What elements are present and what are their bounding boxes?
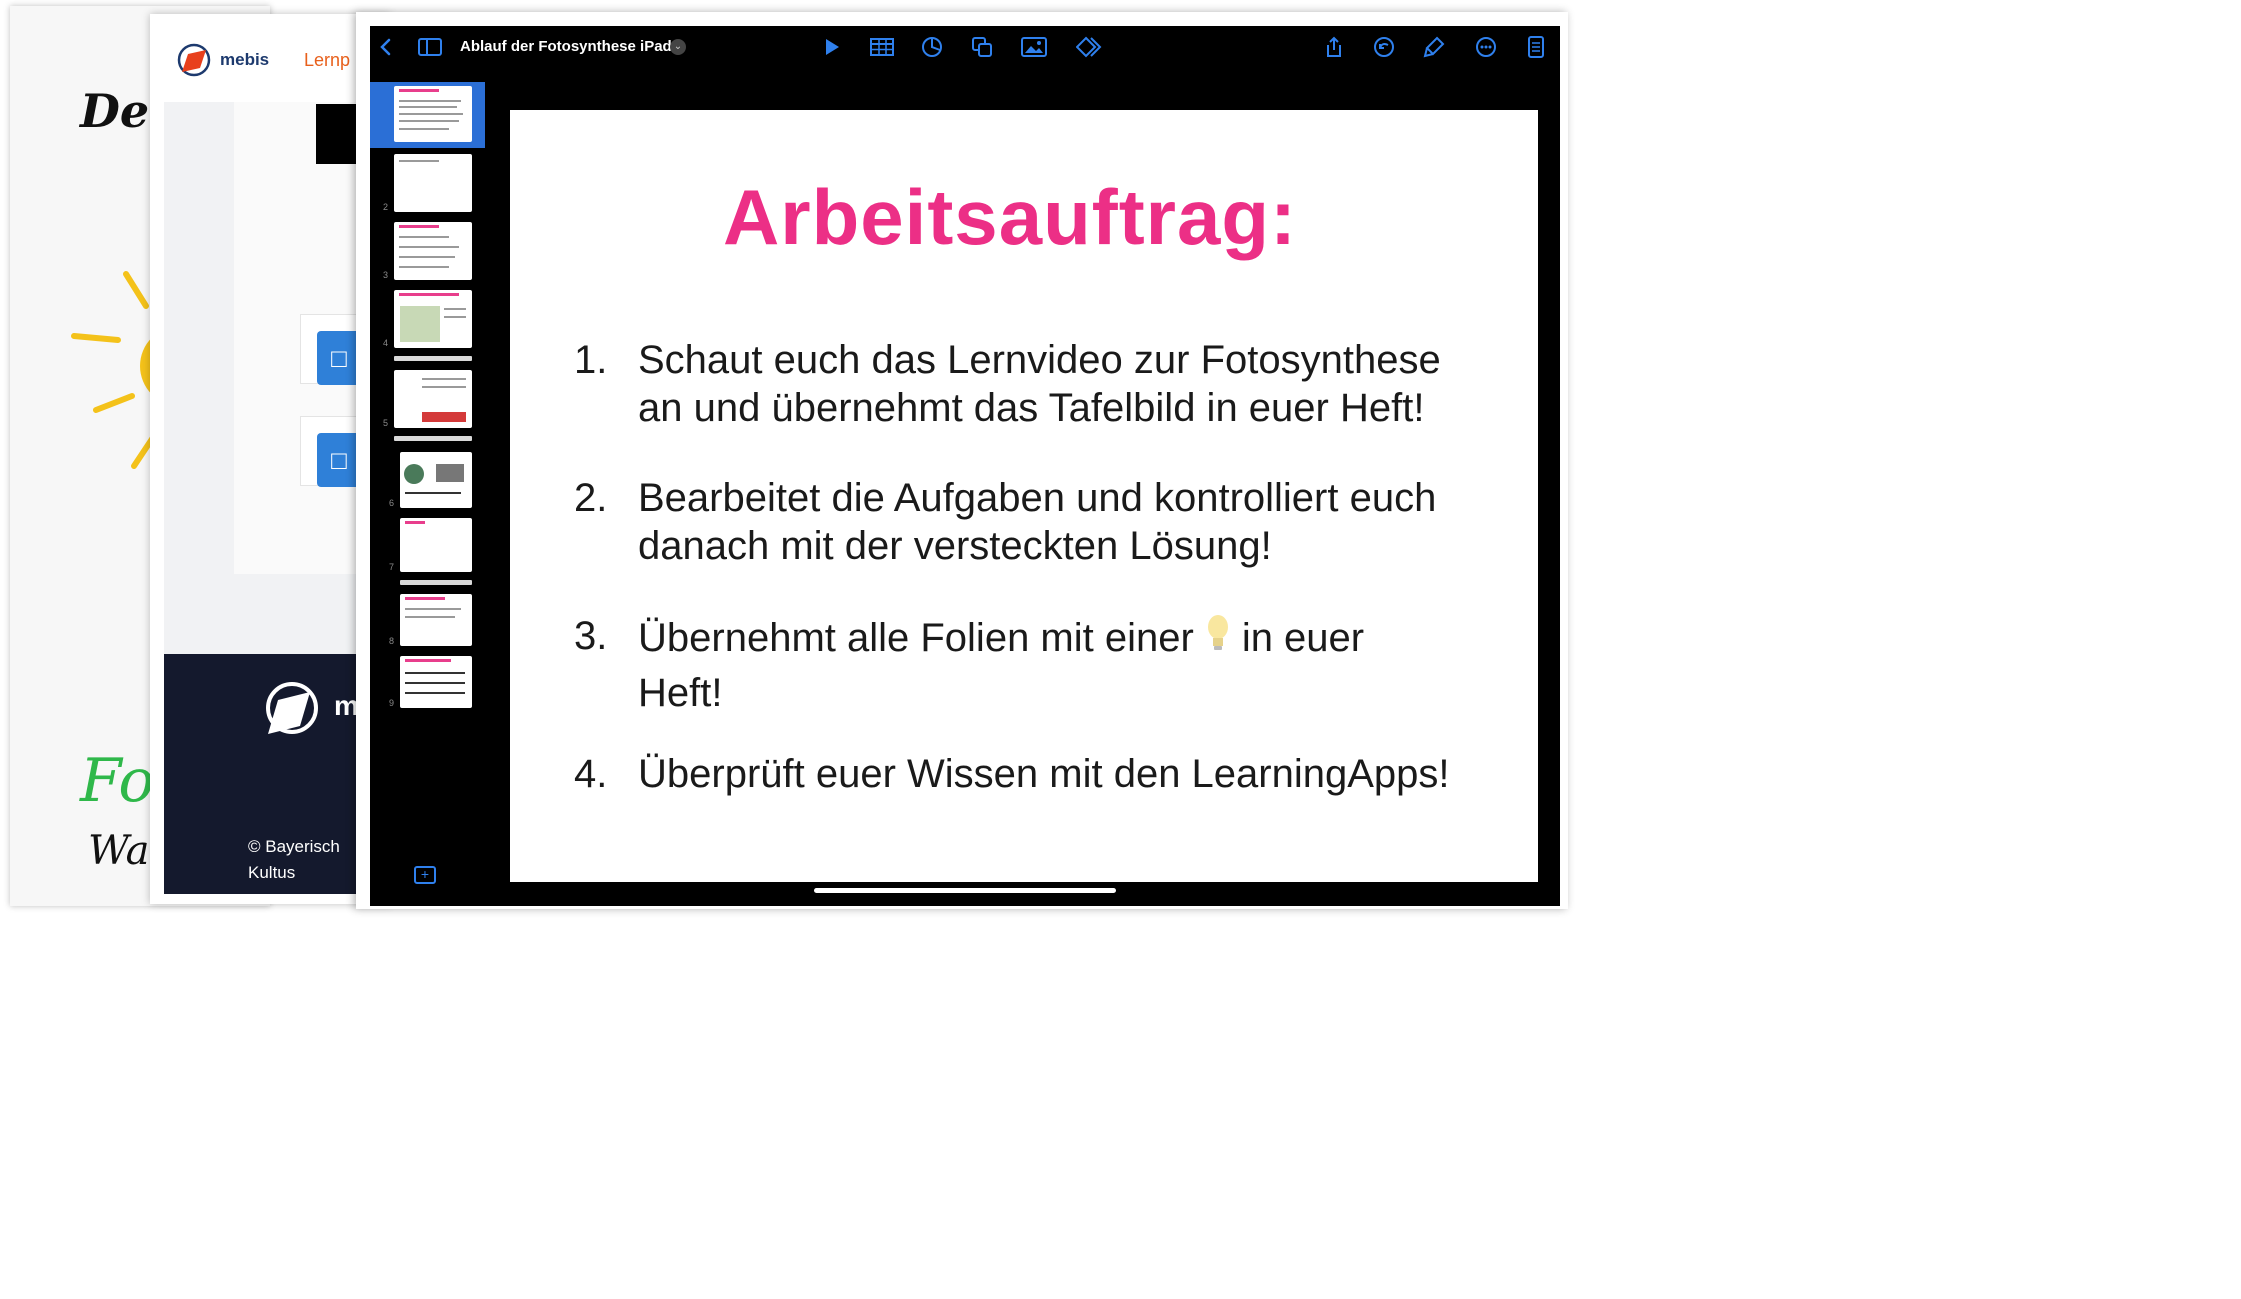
slide-number: 8 bbox=[389, 636, 395, 646]
group-separator bbox=[394, 356, 472, 361]
group-separator bbox=[394, 436, 472, 441]
background-card-mebis: mebis Lernp □ □ m © Bayerisch Kultus bbox=[150, 14, 390, 904]
slide-thumbnail[interactable] bbox=[400, 656, 472, 708]
mebis-brand-name: mebis bbox=[220, 50, 270, 69]
mebis-header: mebis Lernp bbox=[150, 14, 390, 102]
chevron-down-icon[interactable]: ⌄ bbox=[670, 39, 686, 55]
step-number: 1. bbox=[574, 338, 608, 382]
slide-thumbnail[interactable] bbox=[394, 86, 472, 142]
mebis-nav-link[interactable]: Lernp bbox=[304, 50, 350, 71]
more-icon[interactable] bbox=[1472, 34, 1500, 60]
slide-thumbnail[interactable] bbox=[394, 290, 472, 348]
undo-icon[interactable] bbox=[1370, 34, 1398, 60]
slide-title: Arbeitsauftrag: bbox=[722, 173, 1298, 261]
slide-thumbnail[interactable] bbox=[394, 370, 472, 428]
sidebar-icon[interactable] bbox=[416, 34, 444, 60]
shapes-icon[interactable] bbox=[968, 34, 996, 60]
mebis-logo-icon bbox=[177, 43, 211, 77]
play-icon[interactable] bbox=[818, 34, 846, 60]
keynote-window: Ablauf der Fotosynthese iPad ⌄ 2 3 4 5 6… bbox=[356, 12, 1568, 909]
slide-number: 2 bbox=[383, 202, 389, 212]
slide-number: 4 bbox=[383, 338, 389, 348]
slide-number: 7 bbox=[389, 562, 395, 572]
format-brush-icon[interactable] bbox=[1420, 34, 1448, 60]
mebis-file-card[interactable]: □ bbox=[300, 416, 361, 487]
mebis-footer-logo-icon bbox=[266, 682, 318, 734]
lightbulb-icon bbox=[1206, 614, 1230, 667]
document-icon[interactable] bbox=[1522, 34, 1550, 60]
step-text: Schaut euch das Lernvideo zur Fotosynthe… bbox=[638, 338, 1441, 430]
keynote-frame: Ablauf der Fotosynthese iPad ⌄ 2 3 4 5 6… bbox=[370, 26, 1560, 906]
slide-thumbnail[interactable] bbox=[400, 518, 472, 572]
file-icon: □ bbox=[317, 331, 361, 385]
toolbar: Ablauf der Fotosynthese iPad ⌄ bbox=[370, 26, 1560, 68]
slide-navigator: 2 3 4 5 6 7 8 9 + bbox=[370, 80, 490, 906]
chevron-left-icon[interactable] bbox=[372, 34, 400, 60]
step-number: 4. bbox=[574, 752, 608, 796]
slide-number: 3 bbox=[383, 270, 389, 280]
document-title[interactable]: Ablauf der Fotosynthese iPad bbox=[460, 38, 672, 55]
mebis-file-card[interactable]: □ bbox=[300, 314, 361, 385]
table-icon[interactable] bbox=[868, 34, 896, 60]
slide-thumbnail[interactable] bbox=[400, 452, 472, 508]
slide-number: 5 bbox=[383, 418, 389, 428]
step-text: Übernehmt alle Folien mit einer in euer He… bbox=[638, 612, 1508, 719]
home-indicator[interactable] bbox=[814, 888, 1116, 893]
slide-canvas[interactable]: Arbeitsauftrag: 1. Schaut euch das Lernv… bbox=[510, 110, 1538, 882]
chart-icon[interactable] bbox=[918, 34, 946, 60]
slide-thumbnail[interactable] bbox=[394, 154, 472, 212]
step-number: 3. bbox=[574, 614, 608, 658]
slide-number: 6 bbox=[389, 498, 395, 508]
slide-thumbnail[interactable] bbox=[394, 222, 472, 280]
step-number: 2. bbox=[574, 476, 608, 520]
group-separator bbox=[400, 580, 472, 585]
add-slide-icon[interactable]: + bbox=[414, 866, 436, 884]
animate-icon[interactable] bbox=[1076, 34, 1104, 60]
file-icon: □ bbox=[317, 433, 361, 487]
share-icon[interactable] bbox=[1320, 34, 1348, 60]
step-text: Überprüft euer Wissen mit den LearningAp… bbox=[638, 752, 1450, 796]
media-icon[interactable] bbox=[1020, 34, 1048, 60]
step-text: Bearbeitet die Aufgaben und kontrolliert… bbox=[638, 476, 1437, 568]
slide-thumbnail[interactable] bbox=[400, 594, 472, 646]
slide-number: 9 bbox=[389, 698, 395, 708]
